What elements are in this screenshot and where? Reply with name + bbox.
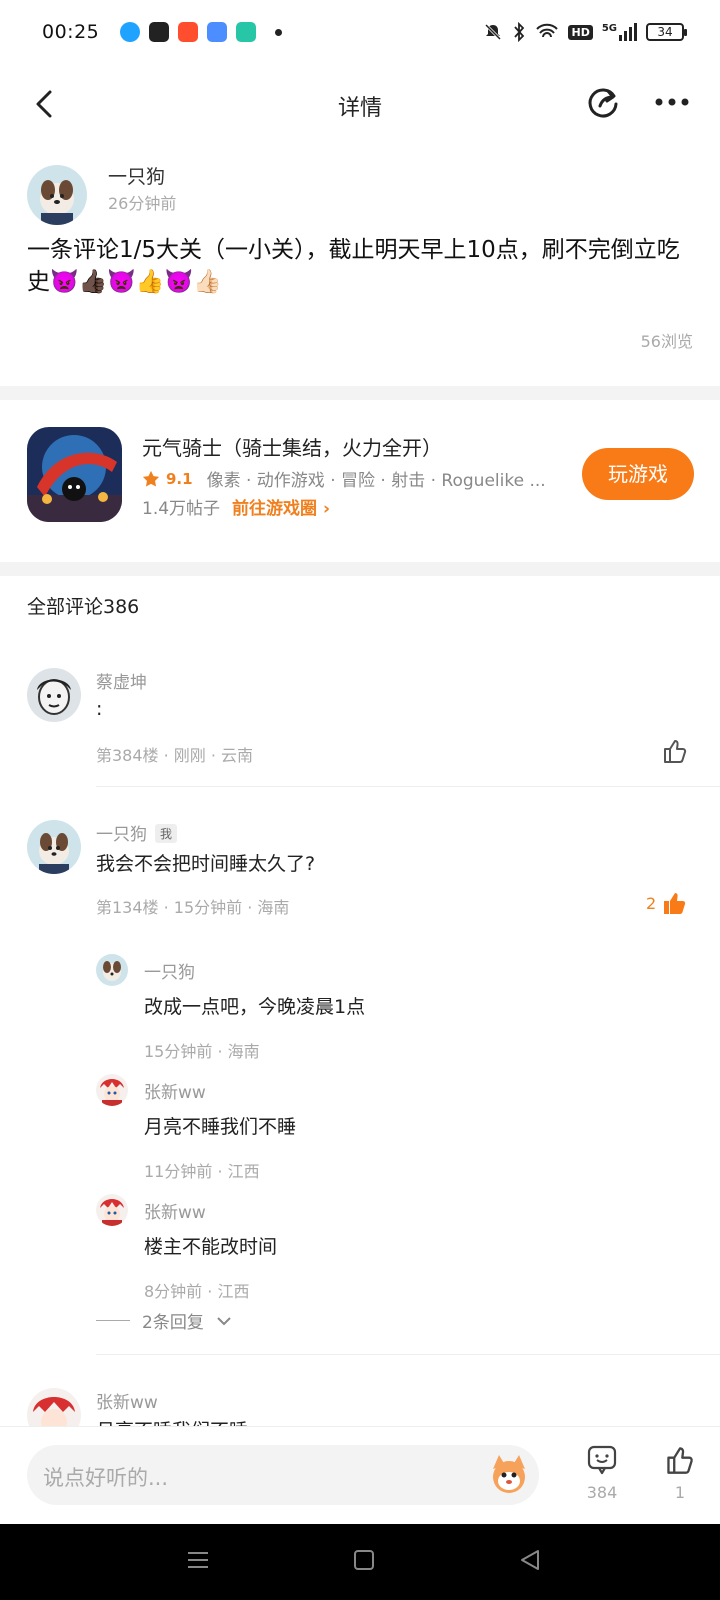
hd-icon: HD <box>568 24 593 40</box>
system-status: HD 5G 34 <box>483 22 687 42</box>
notification-icons <box>120 22 282 42</box>
reply-text: 月亮不睡我们不睡 <box>144 1116 297 1138</box>
signal-icon: 5G <box>602 23 637 41</box>
game-meta: 9.1 像素 · 动作游戏 · 冒险 · 射击 · Roguelike ... <box>142 466 560 491</box>
game-tags: 像素 · 动作游戏 · 冒险 · 射击 · Roguelike ... <box>206 471 546 491</box>
comment-input-placeholder: 说点好听的... <box>43 1466 169 1490</box>
comment-bubble-icon <box>587 1445 617 1475</box>
status-bar: 00:25 HD 5G 34 <box>0 0 720 64</box>
reply-avatar[interactable] <box>96 954 128 986</box>
like-button[interactable] <box>662 738 688 764</box>
thumbs-up-outline-icon <box>664 740 687 763</box>
game-rating: 9.1 <box>166 469 193 488</box>
dash-line <box>96 1320 130 1321</box>
comment-text: : <box>96 698 103 720</box>
reply-meta: 15分钟前 · 海南 <box>144 1042 260 1061</box>
comment-action[interactable]: 384 <box>572 1445 632 1502</box>
thumbs-up-outline-icon <box>667 1447 693 1474</box>
comment-avatar[interactable] <box>27 820 81 874</box>
like-count: 2 <box>646 893 657 913</box>
post-emojis: 👿👍🏿👿👍👿👍🏻 <box>50 269 222 295</box>
status-time: 00:25 <box>42 21 100 43</box>
game-icon[interactable] <box>27 427 122 522</box>
thumbs-up-filled-icon <box>664 893 686 914</box>
video-icon <box>178 22 198 42</box>
share-icon <box>588 88 618 118</box>
comment-text: 我会不会把时间睡太久了? <box>96 853 316 875</box>
post: 一只狗 26分钟前 一条评论1/5大关（一小关），截止明天早上10点，刷不完倒立… <box>0 160 720 386</box>
store-icon <box>236 22 256 42</box>
comments-header: 全部评论386 <box>27 596 140 618</box>
game-card[interactable]: 元气骑士（骑士集结，火力全开） 9.1 像素 · 动作游戏 · 冒险 · 射击 … <box>0 400 720 562</box>
feather-icon <box>207 22 227 42</box>
comment-input-bar: 说点好听的... 384 1 <box>0 1426 720 1524</box>
comment-clip: 张新ww 月亮不睡我们不睡 <box>0 1380 720 1426</box>
menu-key[interactable] <box>186 1548 210 1576</box>
share-button[interactable] <box>584 82 624 122</box>
reply-text: 楼主不能改时间 <box>144 1236 278 1258</box>
author-avatar[interactable] <box>27 165 87 225</box>
like-count: 1 <box>674 1483 686 1502</box>
back-triangle-icon <box>521 1550 539 1570</box>
comment-avatar[interactable] <box>27 668 81 722</box>
back-key[interactable] <box>518 1548 542 1576</box>
chevron-right-icon: › <box>322 499 330 519</box>
system-nav-bar <box>0 1524 720 1600</box>
bluetooth-icon <box>514 22 525 42</box>
like-post-action[interactable]: 1 <box>650 1445 710 1502</box>
expand-replies-button[interactable]: 2条回复 <box>96 1308 232 1333</box>
comment-author[interactable]: 蔡虚坤 <box>96 668 147 693</box>
more-replies-label: 2条回复 <box>142 1313 204 1333</box>
like-button[interactable]: 2 <box>646 890 688 916</box>
comment-text: 月亮不睡我们不睡 <box>96 1416 248 1426</box>
game-stats: 1.4万帖子 前往游戏圈 › <box>142 494 330 519</box>
mute-icon <box>485 23 502 41</box>
reply-author[interactable]: 张新ww <box>144 1078 206 1103</box>
mascot-icon[interactable] <box>485 1451 533 1499</box>
post-time: 26分钟前 <box>108 194 177 213</box>
game-posts-count: 1.4万帖子 <box>142 499 221 519</box>
comment-meta: 第134楼 · 15分钟前 · 海南 <box>96 898 290 917</box>
reply-author[interactable]: 一只狗 <box>144 958 195 983</box>
comment-divider <box>96 786 720 787</box>
game-title[interactable]: 元气骑士（骑士集结，火力全开） <box>142 432 442 461</box>
battery-icon: 34 <box>646 23 687 41</box>
game-circle-link[interactable]: 前往游戏圈 › <box>232 494 330 519</box>
more-button[interactable] <box>652 82 692 122</box>
comment-author[interactable]: 一只狗我 <box>96 820 178 845</box>
star-icon <box>142 470 160 486</box>
comment-input[interactable]: 说点好听的... <box>27 1445 539 1505</box>
post-content: 一条评论1/5大关（一小关），截止明天早上10点，刷不完倒立吃史👿👍🏿👿👍👿👍🏻 <box>27 234 697 298</box>
news-icon <box>149 22 169 42</box>
comment-meta: 第384楼 · 刚刚 · 云南 <box>96 746 254 765</box>
reply-author[interactable]: 张新ww <box>144 1198 206 1223</box>
chevron-down-icon <box>217 1316 231 1325</box>
more-dots-icon <box>655 98 689 106</box>
section-divider <box>0 386 720 400</box>
reply-avatar[interactable] <box>96 1194 128 1226</box>
comment-avatar[interactable] <box>27 1388 81 1426</box>
dot-icon <box>275 28 282 36</box>
author-name[interactable]: 一只狗 <box>108 162 165 189</box>
reply-meta: 11分钟前 · 江西 <box>144 1162 260 1181</box>
home-square-icon <box>354 1550 374 1570</box>
play-game-button[interactable]: 玩游戏 <box>582 448 694 500</box>
me-badge: 我 <box>155 824 178 843</box>
wifi-icon <box>536 23 559 38</box>
view-count: 56浏览 <box>640 332 693 351</box>
section-divider <box>0 562 720 576</box>
home-key[interactable] <box>352 1548 376 1576</box>
comment-divider <box>96 1354 720 1355</box>
reply-avatar[interactable] <box>96 1074 128 1106</box>
comment-author[interactable]: 张新ww <box>96 1388 158 1413</box>
reply-text: 改成一点吧，今晚凌晨1点 <box>144 996 366 1018</box>
menu-icon <box>188 1552 208 1568</box>
reply-meta: 8分钟前 · 江西 <box>144 1282 250 1301</box>
qq-icon <box>120 22 140 42</box>
comment-count: 384 <box>586 1483 618 1502</box>
top-nav: 详情 <box>0 64 720 146</box>
